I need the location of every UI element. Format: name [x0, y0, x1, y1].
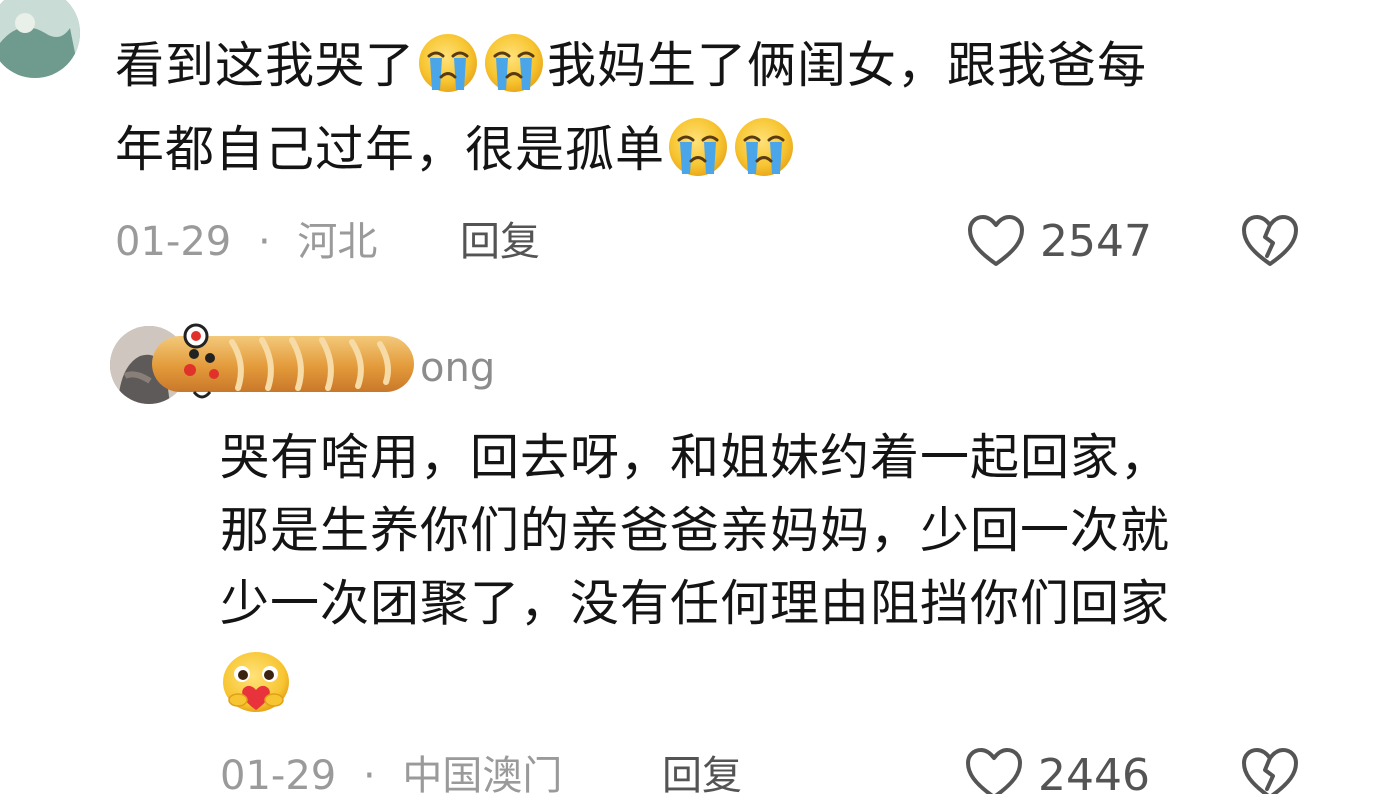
crying-emoji-icon [732, 114, 796, 178]
heart-hug-emoji-icon [218, 648, 294, 716]
comment-text-line: 我妈生了俩闺女，跟我爸每 [547, 37, 1148, 94]
meta-separator: · [362, 753, 376, 794]
comment-text-line: 看到这我哭了 [115, 37, 416, 94]
username[interactable]: ong [420, 344, 495, 392]
comment-text-line: 少一次团聚了，没有任何理由阻挡你们回家 [220, 575, 1171, 632]
heart-outline-icon [966, 748, 1022, 794]
broken-heart-icon [1242, 748, 1298, 794]
bread-sticker [150, 322, 422, 404]
comment-date: 01-29 [220, 753, 337, 794]
like-button[interactable] [966, 212, 1026, 270]
heart-outline-icon [968, 215, 1024, 266]
comment-location: 中国澳门 [402, 753, 563, 794]
like-count: 2446 [1038, 750, 1150, 794]
crying-emoji-icon [416, 30, 480, 94]
dislike-button[interactable] [1240, 212, 1300, 270]
crying-emoji-icon [482, 30, 546, 94]
comment-meta: 01-29 · 河北 [115, 218, 377, 266]
comment-text-line: 哭有啥用，回去呀，和姐妹约着一起回家， [220, 429, 1171, 486]
meta-separator: · [257, 219, 271, 265]
like-count: 2547 [1040, 216, 1152, 267]
avatar[interactable] [0, 0, 80, 78]
comment-text-line: 年都自己过年，很是孤单 [115, 121, 666, 178]
like-button[interactable] [964, 745, 1024, 794]
comment-date: 01-29 [115, 219, 232, 265]
reply-button[interactable]: 回复 [662, 752, 742, 794]
comment-meta: 01-29 · 中国澳门 [220, 752, 562, 794]
comment-location: 河北 [297, 219, 378, 265]
crying-emoji-icon [666, 114, 730, 178]
comment-text-line: 那是生养你们的亲爸爸亲妈妈，少回一次就 [220, 502, 1171, 559]
dislike-button[interactable] [1240, 745, 1300, 794]
broken-heart-icon [1242, 215, 1298, 266]
reply-button[interactable]: 回复 [460, 218, 540, 266]
